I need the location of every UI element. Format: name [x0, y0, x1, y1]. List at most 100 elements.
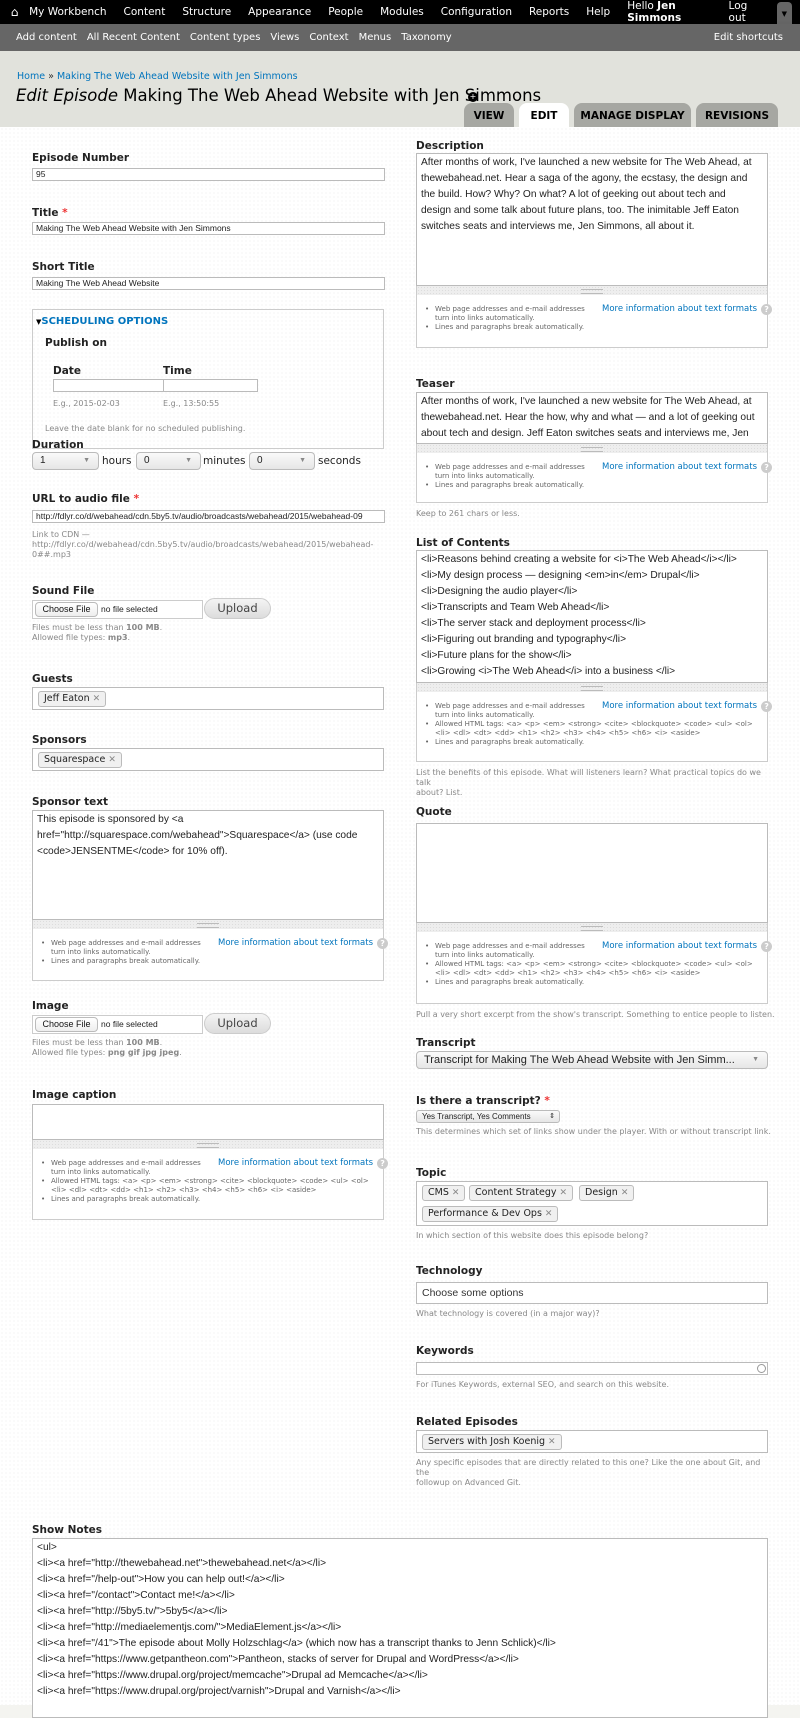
- more-info-link[interactable]: More information about text formats: [602, 462, 757, 472]
- more-info-text-formats[interactable]: More information about text formats?: [602, 304, 773, 315]
- resize-grip[interactable]: [416, 444, 768, 453]
- shortcut-all-recent-content[interactable]: All Recent Content: [87, 32, 180, 43]
- sponsors-field[interactable]: Squarespace ✕: [32, 748, 384, 771]
- shortcut-menus[interactable]: Menus: [359, 32, 392, 43]
- toolbar-menu-help[interactable]: Help: [586, 6, 610, 18]
- dropdown-arrow-icon: ▼: [299, 457, 306, 464]
- technology-field[interactable]: Choose some options: [416, 1282, 768, 1304]
- duration-minutes-select[interactable]: 0 ▼: [136, 452, 201, 470]
- toolbar-menu-modules[interactable]: Modules: [380, 6, 424, 18]
- more-info-text-formats[interactable]: More information about text formats?: [218, 938, 389, 949]
- question-icon[interactable]: ?: [761, 304, 773, 315]
- topic-field[interactable]: CMS ✕ Content Strategy ✕ Design ✕ Performan…: [416, 1181, 768, 1226]
- breadcrumb-home[interactable]: Home: [17, 71, 45, 82]
- remove-tag-icon[interactable]: ✕: [108, 755, 116, 765]
- more-info-text-formats[interactable]: More information about text formats?: [602, 701, 773, 712]
- resize-grip[interactable]: [416, 683, 768, 692]
- keywords-field[interactable]: [416, 1362, 768, 1375]
- filter-tips-list: Web page addresses and e-mail addresses …: [425, 463, 595, 490]
- more-info-text-formats[interactable]: More information about text formats?: [602, 462, 773, 473]
- related-episodes-field[interactable]: Servers with Josh Koenig ✕: [416, 1430, 768, 1453]
- toolbar-menu-reports[interactable]: Reports: [529, 6, 569, 18]
- shortcut-add-content[interactable]: Add content: [16, 32, 77, 43]
- remove-tag-icon[interactable]: ✕: [560, 1188, 568, 1198]
- tab-edit[interactable]: EDIT: [519, 103, 569, 127]
- more-info-link[interactable]: More information about text formats: [218, 938, 373, 948]
- toolbar-menu-my-workbench[interactable]: My Workbench: [29, 6, 106, 18]
- duration-hours-select[interactable]: 1 ▼: [32, 452, 99, 470]
- resize-grip[interactable]: [416, 286, 768, 295]
- tab-revisions[interactable]: REVISIONS: [696, 103, 778, 127]
- duration-hours-value: 1: [40, 455, 46, 466]
- question-icon[interactable]: ?: [377, 938, 389, 949]
- question-icon[interactable]: ?: [761, 701, 773, 712]
- toolbar-menu-appearance[interactable]: Appearance: [248, 6, 311, 18]
- remove-tag-icon[interactable]: ✕: [621, 1188, 629, 1198]
- toolbar-menu-structure[interactable]: Structure: [182, 6, 231, 18]
- question-icon[interactable]: ?: [377, 1158, 389, 1169]
- textarea-line: <li><a href="https://www.drupal.org/proj…: [37, 1670, 428, 1681]
- tab-view[interactable]: VIEW: [464, 103, 514, 127]
- title-field[interactable]: Making The Web Ahead Website with Jen Si…: [32, 222, 385, 235]
- image-upload-button[interactable]: Upload: [204, 1013, 271, 1034]
- more-info-link[interactable]: More information about text formats: [602, 701, 757, 711]
- remove-tag-icon[interactable]: ✕: [545, 1209, 553, 1219]
- tab-manage-display[interactable]: MANAGE DISPLAY: [574, 103, 691, 127]
- textarea-line: <li><a href="/help-out">How you can help…: [37, 1574, 285, 1585]
- required-marker: *: [133, 493, 140, 505]
- more-info-link[interactable]: More information about text formats: [602, 941, 757, 951]
- keywords-description: For iTunes Keywords, external SEO, and s…: [416, 1380, 670, 1389]
- short-title-field[interactable]: Making The Web Ahead Website: [32, 277, 385, 290]
- image-types: Allowed file types: png gif jpg jpeg.: [32, 1048, 182, 1058]
- more-info-text-formats[interactable]: More information about text formats?: [602, 941, 773, 952]
- toolbar-menu-people[interactable]: People: [328, 6, 363, 18]
- logout-link[interactable]: Log out: [729, 0, 759, 24]
- image-caption-label: Image caption: [32, 1089, 117, 1101]
- transcript-select[interactable]: Transcript for Making The Web Ahead Webs…: [416, 1051, 768, 1069]
- sponsor-text-textarea[interactable]: This episode is sponsored by <a href="ht…: [32, 810, 384, 920]
- chevron-down-icon[interactable]: ▼: [776, 2, 792, 26]
- resize-grip[interactable]: [416, 923, 768, 932]
- image-choose-button[interactable]: Choose File: [35, 1017, 98, 1032]
- image-caption-textarea[interactable]: [32, 1104, 384, 1140]
- audio-url-field[interactable]: http://fdlyr.co/d/webahead/cdn.5by5.tv/a…: [32, 510, 385, 523]
- publish-date-field[interactable]: [53, 379, 164, 392]
- remove-tag-icon[interactable]: ✕: [548, 1437, 556, 1447]
- more-info-link[interactable]: More information about text formats: [602, 304, 757, 314]
- teaser-textarea[interactable]: After months of work, I've launched a ne…: [416, 392, 768, 444]
- toolbar-menu-configuration[interactable]: Configuration: [441, 6, 512, 18]
- scheduling-options-toggle[interactable]: ▼SCHEDULING OPTIONS: [36, 316, 168, 327]
- sound-file-choose-button[interactable]: Choose File: [35, 602, 98, 617]
- textarea-line: <li><a href="/contact">Contact me!</a></…: [37, 1590, 235, 1601]
- description-textarea[interactable]: After months of work, I've launched a ne…: [416, 153, 768, 286]
- more-info-link[interactable]: More information about text formats: [218, 1158, 373, 1168]
- guests-field[interactable]: Jeff Eaton ✕: [32, 687, 384, 710]
- sponsor-tag: Squarespace ✕: [38, 752, 122, 768]
- plus-circle-icon[interactable]: +: [468, 92, 478, 102]
- shortcut-views[interactable]: Views: [270, 32, 299, 43]
- breadcrumb-current[interactable]: Making The Web Ahead Website with Jen Si…: [57, 71, 298, 82]
- publish-time-field[interactable]: [163, 379, 258, 392]
- shortcut-context[interactable]: Context: [309, 32, 348, 43]
- more-info-text-formats[interactable]: More information about text formats?: [218, 1158, 389, 1169]
- shortcut-content-types[interactable]: Content types: [190, 32, 261, 43]
- sound-file-input[interactable]: Choose File no file selected: [32, 600, 203, 619]
- edit-shortcuts-link[interactable]: Edit shortcuts: [714, 32, 783, 43]
- episode-number-field[interactable]: 95: [32, 168, 385, 181]
- question-icon[interactable]: ?: [761, 941, 773, 952]
- toolbar-menu-content[interactable]: Content: [124, 6, 166, 18]
- quote-textarea[interactable]: [416, 823, 768, 923]
- resize-grip[interactable]: [32, 1140, 384, 1149]
- resize-grip[interactable]: [32, 920, 384, 929]
- image-file-input[interactable]: Choose File no file selected: [32, 1015, 203, 1034]
- shortcut-taxonomy[interactable]: Taxonomy: [401, 32, 451, 43]
- sound-file-upload-button[interactable]: Upload: [204, 598, 271, 619]
- contents-textarea[interactable]: <li>Reasons behind creating a website fo…: [416, 550, 768, 683]
- duration-seconds-select[interactable]: 0 ▼: [249, 452, 315, 470]
- remove-tag-icon[interactable]: ✕: [93, 694, 101, 704]
- has-transcript-select[interactable]: Yes Transcript, Yes Comments ⇕: [416, 1110, 560, 1123]
- remove-tag-icon[interactable]: ✕: [452, 1188, 460, 1198]
- show-notes-textarea[interactable]: <ul> <li><a href="http://thewebahead.net…: [32, 1538, 768, 1718]
- home-icon[interactable]: ⌂: [0, 5, 29, 19]
- question-icon[interactable]: ?: [761, 462, 773, 473]
